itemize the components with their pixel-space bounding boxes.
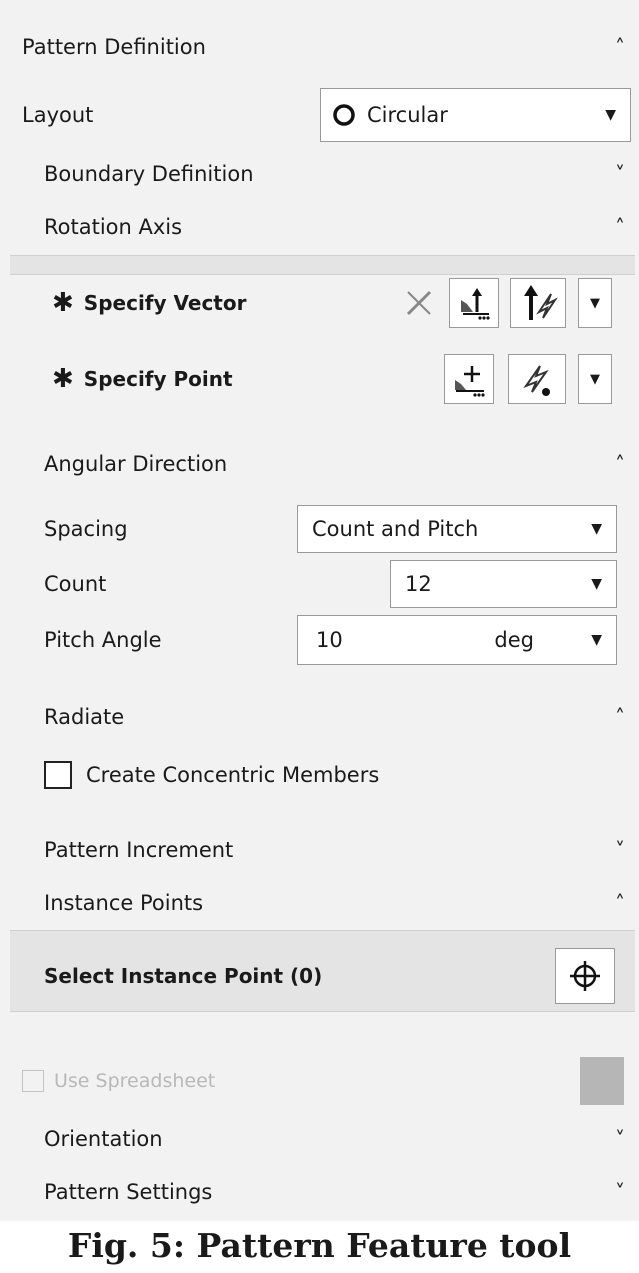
point-dialog-icon	[455, 366, 485, 397]
use-spreadsheet-row: Use Spreadsheet	[0, 1057, 639, 1105]
select-instance-point-label: Select Instance Point (0)	[44, 964, 323, 988]
figure-caption: Fig. 5: Pattern Feature tool	[67, 1226, 572, 1265]
required-asterisk-icon: ✱	[52, 364, 74, 394]
count-input[interactable]: 12 ▼	[390, 560, 617, 608]
chevron-down-icon[interactable]: ˅	[615, 1127, 625, 1151]
chevron-down-icon: ▼	[591, 576, 602, 592]
inferred-vector-button[interactable]	[510, 278, 566, 328]
chevron-down-icon[interactable]: ˅	[615, 838, 625, 862]
count-label: Count	[44, 572, 107, 596]
rotation-axis-title: Rotation Axis	[44, 215, 183, 239]
create-concentric-members-row[interactable]: Create Concentric Members	[0, 750, 639, 800]
boundary-definition-header[interactable]: Boundary Definition ˅	[0, 150, 639, 198]
chevron-down-icon: ▼	[590, 371, 600, 387]
point-dialog-button[interactable]	[444, 354, 494, 404]
spacing-select[interactable]: Count and Pitch ▼	[297, 505, 617, 553]
layout-label: Layout	[22, 103, 94, 127]
inferred-point-button[interactable]	[508, 354, 566, 404]
instance-points-title: Instance Points	[44, 891, 204, 915]
required-asterisk-icon: ✱	[52, 288, 74, 318]
vector-dialog-icon	[461, 288, 490, 320]
use-spreadsheet-label: Use Spreadsheet	[54, 1070, 216, 1092]
spreadsheet-icon	[580, 1057, 624, 1105]
use-spreadsheet-checkbox	[22, 1070, 44, 1092]
inferred-vector-icon	[524, 285, 558, 320]
orientation-title: Orientation	[44, 1127, 163, 1151]
pattern-settings-title: Pattern Settings	[44, 1180, 213, 1204]
pattern-increment-header[interactable]: Pattern Increment ˅	[0, 826, 639, 874]
reverse-direction-icon	[406, 290, 432, 316]
crosshair-icon	[570, 961, 600, 991]
layout-value: Circular	[367, 103, 448, 127]
chevron-down-icon: ▼	[591, 632, 602, 648]
pattern-settings-header[interactable]: Pattern Settings ˅	[0, 1168, 639, 1216]
angular-direction-title: Angular Direction	[44, 452, 228, 476]
specify-vector-label: Specify Vector	[83, 291, 247, 315]
chevron-down-icon: ▼	[605, 107, 616, 123]
pitch-angle-label: Pitch Angle	[44, 628, 162, 652]
section-separator	[10, 255, 635, 275]
angular-direction-header[interactable]: Angular Direction ˄	[0, 440, 639, 488]
create-concentric-members-label: Create Concentric Members	[86, 763, 380, 787]
rotation-axis-header[interactable]: Rotation Axis ˄	[0, 203, 639, 251]
chevron-up-icon[interactable]: ˄	[615, 705, 625, 729]
chevron-down-icon[interactable]: ˅	[615, 1180, 625, 1204]
radiate-title: Radiate	[44, 705, 125, 729]
spacing-value: Count and Pitch	[312, 517, 479, 541]
vector-dialog-button[interactable]	[449, 278, 499, 328]
boundary-definition-title: Boundary Definition	[44, 162, 254, 186]
pattern-increment-title: Pattern Increment	[44, 838, 234, 862]
pattern-definition-header[interactable]: Pattern Definition ˄	[0, 22, 639, 72]
chevron-down-icon: ▼	[591, 521, 602, 537]
orientation-header[interactable]: Orientation ˅	[0, 1115, 639, 1163]
circular-pattern-icon	[333, 104, 355, 126]
chevron-up-icon[interactable]: ˄	[615, 891, 625, 915]
inferred-point-icon	[523, 365, 550, 396]
count-value: 12	[405, 572, 432, 596]
pitch-angle-input[interactable]: 10 deg ▼	[297, 615, 617, 665]
instance-points-header[interactable]: Instance Points ˄	[0, 879, 639, 927]
layout-select[interactable]: Circular ▼	[320, 88, 631, 142]
radiate-header[interactable]: Radiate ˄	[0, 693, 639, 741]
point-constructor-button[interactable]	[555, 948, 615, 1004]
chevron-up-icon[interactable]: ˄	[615, 215, 625, 239]
chevron-down-icon[interactable]: ˅	[615, 162, 625, 186]
pattern-feature-panel: Pattern Definition ˄ Layout Circular ▼ B…	[0, 0, 639, 1221]
pattern-definition-title: Pattern Definition	[22, 35, 206, 59]
spacing-label: Spacing	[44, 517, 128, 541]
chevron-up-icon[interactable]: ˄	[615, 35, 625, 59]
chevron-down-icon: ▼	[590, 295, 600, 311]
point-options-dropdown[interactable]: ▼	[578, 354, 612, 404]
create-concentric-members-checkbox[interactable]	[44, 761, 72, 789]
chevron-up-icon[interactable]: ˄	[615, 452, 625, 476]
specify-point-label: Specify Point	[83, 367, 233, 391]
select-instance-point-row[interactable]: Select Instance Point (0)	[0, 948, 639, 1004]
reverse-direction-button[interactable]	[394, 278, 444, 328]
vector-options-dropdown[interactable]: ▼	[578, 278, 612, 328]
pitch-angle-value: 10	[316, 628, 343, 652]
pitch-angle-unit: deg	[494, 628, 534, 652]
